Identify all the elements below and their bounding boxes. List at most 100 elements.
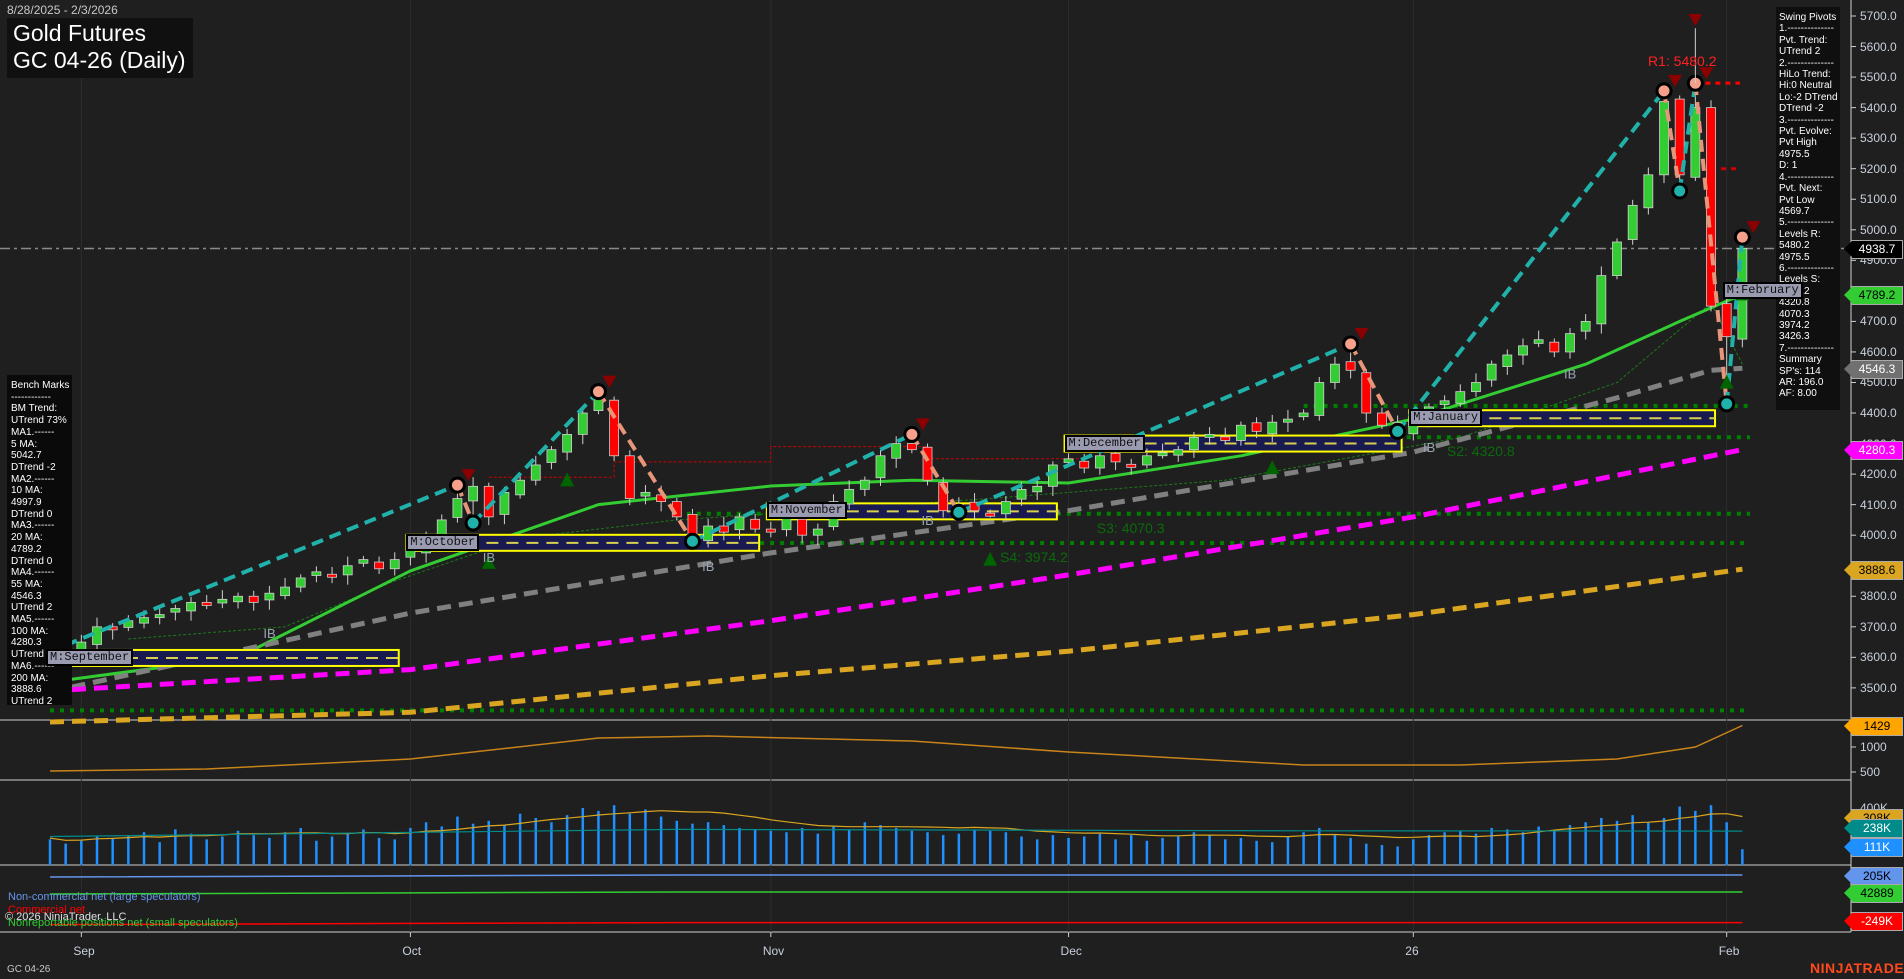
price-tick-label: 5400.0	[1860, 101, 1897, 115]
volume-tag: 111K	[1851, 838, 1903, 857]
support-label: S4: 3974.2	[1000, 549, 1068, 565]
price-tick-label: 5100.0	[1860, 192, 1897, 206]
bench_marks-line: 55 MA:	[11, 579, 72, 591]
support-label: S2: 4320.8	[1447, 443, 1515, 459]
candle-down	[798, 519, 807, 535]
month-label-26: 26	[1405, 944, 1418, 958]
swing_pivots-line: 4569.7	[1779, 206, 1840, 217]
candle-down	[986, 513, 995, 516]
ma100-tag: 4280.3	[1851, 441, 1903, 460]
cot-line	[50, 875, 1742, 877]
candle-up	[516, 480, 525, 495]
chart-title-box: Gold Futures GC 04-26 (Daily)	[7, 18, 193, 78]
candle-up	[1691, 108, 1700, 178]
bench_marks-line: MA5.------	[11, 614, 72, 626]
bench_marks-line: UTrend 2	[11, 696, 72, 708]
candle-up	[1299, 413, 1308, 417]
swing_pivots-line: 4070.3	[1779, 309, 1840, 320]
bench_marks-line: 4997.9	[11, 497, 72, 509]
candle-up	[312, 572, 321, 576]
swing-trend-down-line	[912, 434, 959, 512]
bench_marks-line: 100 MA:	[11, 626, 72, 638]
price-tick-label: 4200.0	[1860, 467, 1897, 481]
pivot-marker	[591, 385, 605, 399]
r1-label: R1: 5480.2	[1648, 53, 1717, 69]
candle-up	[1456, 392, 1465, 404]
bench_marks-line: DTrend -2	[11, 462, 72, 474]
candle-up	[1628, 205, 1637, 239]
ma20-tag: 4789.2	[1851, 286, 1903, 305]
swing_pivots-line: Pvt. Evolve:	[1779, 126, 1840, 137]
month-box-label: M:October	[406, 534, 479, 551]
candle-up	[406, 550, 415, 557]
candle-down	[1080, 461, 1089, 468]
osc-tick-label: 1000	[1860, 740, 1887, 754]
trailing-stop-line	[489, 447, 1084, 478]
swing_pivots-line: HiLo Trend:	[1779, 69, 1840, 80]
swing_pivots-line: UTrend 2	[1779, 46, 1840, 57]
candle-up	[1613, 242, 1622, 276]
oscillator-tag: 1429	[1851, 717, 1903, 736]
candle-up	[265, 593, 274, 600]
candle-down	[328, 574, 337, 577]
swing_pivots-line: 5480.2	[1779, 240, 1840, 251]
swing_pivots-line: Pvt. Trend:	[1779, 35, 1840, 46]
price-tick-label: 4400.0	[1860, 406, 1897, 420]
bench_marks-line: 200 MA:	[11, 673, 72, 685]
month-label-Sep: Sep	[73, 944, 94, 958]
instrument-label: GC 04-26	[7, 964, 50, 975]
candle-up	[453, 499, 462, 518]
cot-line	[50, 892, 1742, 894]
candle-up	[469, 486, 478, 501]
swing_pivots-line: 6.--------------	[1779, 263, 1840, 274]
candle-up	[813, 529, 822, 535]
month-box-label: M:December	[1065, 435, 1145, 452]
legend-noncommercial: Non-commercial net (large speculators)	[8, 891, 201, 903]
swing_pivots-line: 3.--------------	[1779, 115, 1840, 126]
month-label-Dec: Dec	[1061, 944, 1082, 958]
price-tick-label: 5000.0	[1860, 223, 1897, 237]
last-price-tag: 4938.7	[1851, 240, 1903, 259]
swing_pivots-line: 5.--------------	[1779, 217, 1840, 228]
swing_pivots-line: Summary	[1779, 354, 1840, 365]
inside-bar-label: IB	[702, 559, 714, 574]
swing_pivots-line: 4320.8	[1779, 297, 1840, 308]
swing_pivots-line: DTrend -2	[1779, 103, 1840, 114]
candle-down	[202, 602, 211, 605]
candle-down	[1111, 453, 1120, 462]
candle-up	[563, 434, 572, 452]
candle-up	[876, 456, 885, 478]
pivot-marker	[905, 427, 919, 441]
candle-up	[281, 587, 290, 596]
candle-down	[766, 529, 775, 532]
candle-up	[1597, 276, 1606, 324]
candle-down	[1127, 464, 1136, 467]
candle-up	[892, 444, 901, 459]
bench_marks-line: DTrend 0	[11, 509, 72, 521]
bench_marks-line: DTrend 0	[11, 556, 72, 568]
bench_marks-line: 5 MA:	[11, 439, 72, 451]
price-chart[interactable]: IBIBIBIBIBIB	[0, 0, 1904, 979]
candle-down	[1550, 342, 1559, 352]
cot-line	[50, 923, 1742, 925]
chart-title: Gold Futures	[13, 20, 193, 47]
candle-up	[1158, 453, 1167, 456]
candle-up	[547, 450, 556, 463]
pivot-marker	[685, 534, 699, 548]
swing_pivots-line: 3426.3	[1779, 331, 1840, 342]
candle-up	[1534, 340, 1543, 344]
candle-up	[187, 602, 196, 611]
candle-up	[1581, 321, 1590, 331]
candle-up	[1033, 486, 1042, 491]
bench_marks-line: 5042.7	[11, 450, 72, 462]
price-tick-label: 3800.0	[1860, 589, 1897, 603]
month-box-label: M:January	[1409, 409, 1482, 426]
candle-up	[1205, 434, 1214, 437]
candle-up	[1487, 364, 1496, 380]
candle-up	[1236, 425, 1245, 440]
up-triangle-icon	[560, 472, 574, 486]
legend-nonreportable: Nonreportable positions net (small specu…	[8, 917, 238, 929]
candle-up	[1283, 419, 1292, 422]
pivot-marker	[1657, 84, 1671, 98]
candle-up	[1017, 489, 1026, 499]
